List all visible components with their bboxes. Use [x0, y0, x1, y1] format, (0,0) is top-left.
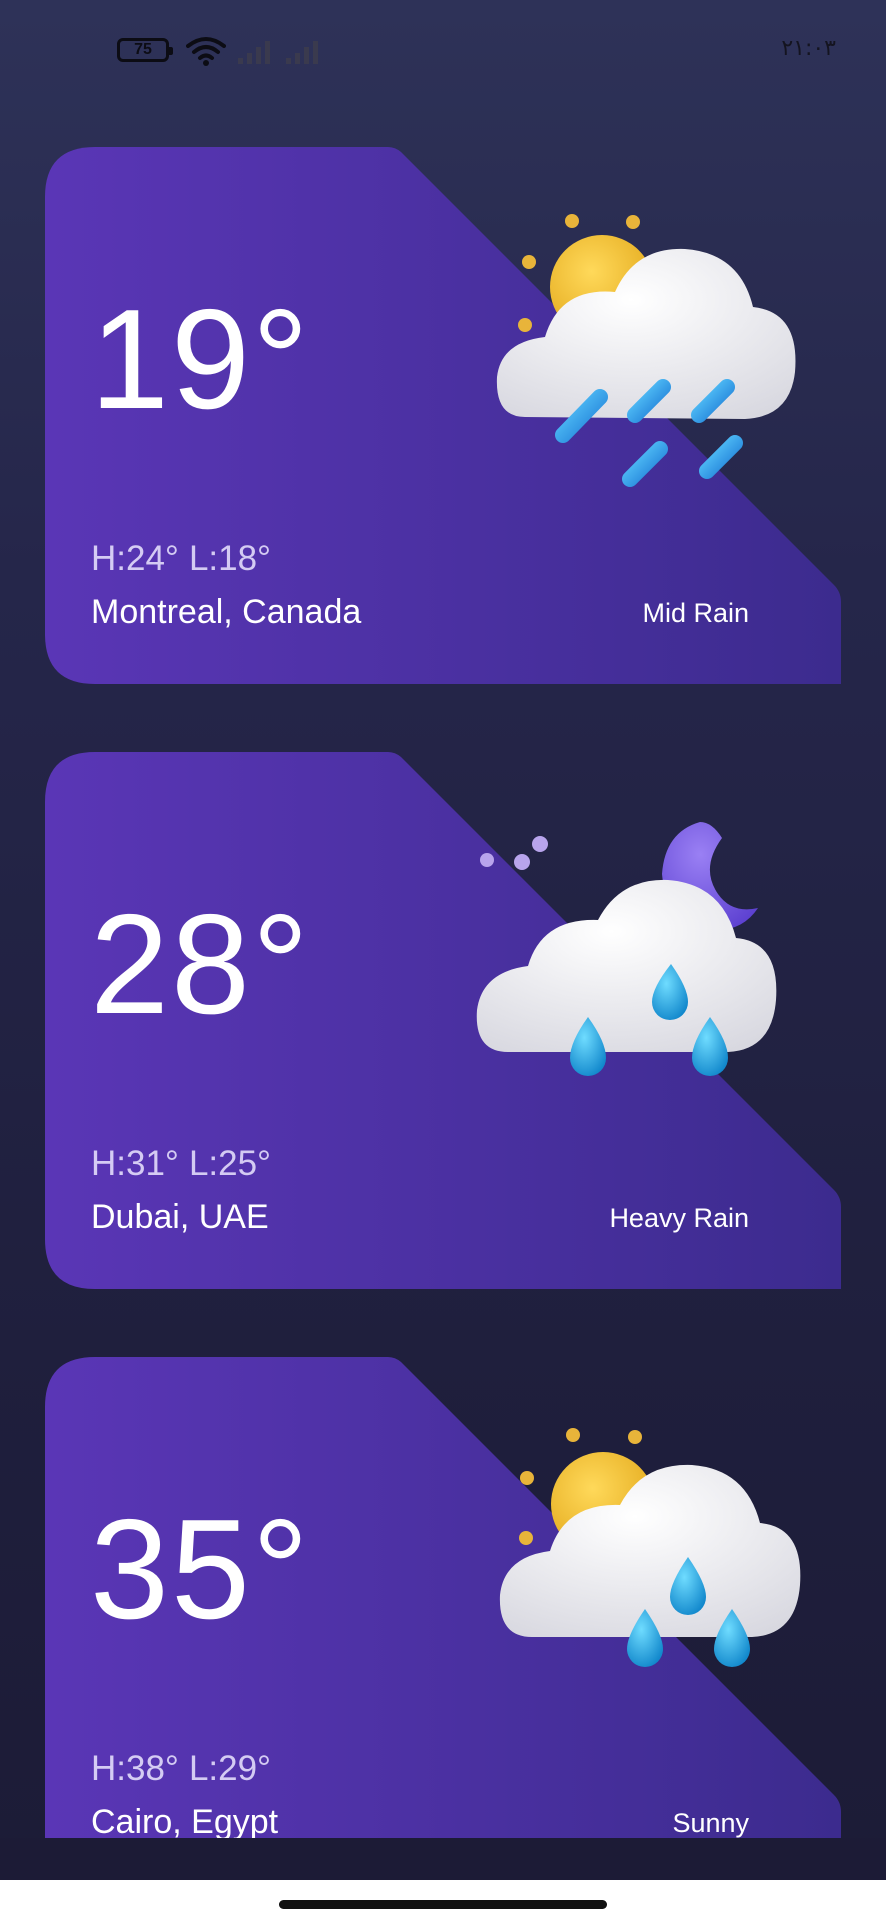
city-name: Cairo, Egypt [91, 1803, 279, 1841]
high-temp: H:24° [91, 539, 179, 578]
temperature: 35° [90, 1490, 311, 1649]
wifi-icon [186, 37, 226, 66]
city-name: Dubai, UAE [91, 1198, 269, 1236]
list-bottom-fade [0, 1838, 886, 1880]
city-name: Montreal, Canada [91, 593, 362, 631]
high-temp: H:38° [91, 1749, 179, 1788]
high-low: H:24° L:18° [91, 539, 281, 579]
weather-condition: Sunny [672, 1808, 749, 1838]
weather-condition: Heavy Rain [609, 1203, 749, 1233]
status-time: ٢١:٠٣ [781, 36, 836, 61]
temperature: 19° [90, 280, 311, 439]
high-temp: H:31° [91, 1144, 179, 1183]
weather-condition: Mid Rain [642, 598, 749, 628]
weather-card-cairo[interactable]: 35° H:38° L:29° Cairo, Egypt Sunny [45, 1357, 841, 1894]
low-temp: L:25° [188, 1144, 272, 1183]
status-bar: 75 ٢١:٠٣ [0, 0, 886, 100]
sun-cloud-rain-icon [496, 214, 796, 487]
battery-icon: 75 [117, 38, 173, 62]
high-low: H:38° L:29° [91, 1749, 281, 1789]
low-temp: L:29° [188, 1749, 272, 1788]
battery-level: 75 [134, 41, 152, 58]
temperature: 28° [90, 885, 311, 1044]
low-temp: L:18° [188, 539, 272, 578]
signal-icon [238, 41, 270, 64]
home-indicator[interactable] [279, 1900, 607, 1909]
weather-screen: 75 ٢١:٠٣ 19° H:24° L:18° Montreal, Canad… [0, 0, 886, 1920]
weather-card-dubai[interactable]: 28° H:31° L:25° Dubai, UAE Heavy Rain [45, 752, 841, 1289]
moon-cloud-rain-icon [476, 822, 777, 1076]
high-low: H:31° L:25° [91, 1144, 281, 1184]
weather-card-montreal[interactable]: 19° H:24° L:18° Montreal, Canada Mid Rain [45, 147, 841, 684]
sun-cloud-drops-icon [499, 1428, 801, 1667]
signal-icon [286, 41, 318, 64]
